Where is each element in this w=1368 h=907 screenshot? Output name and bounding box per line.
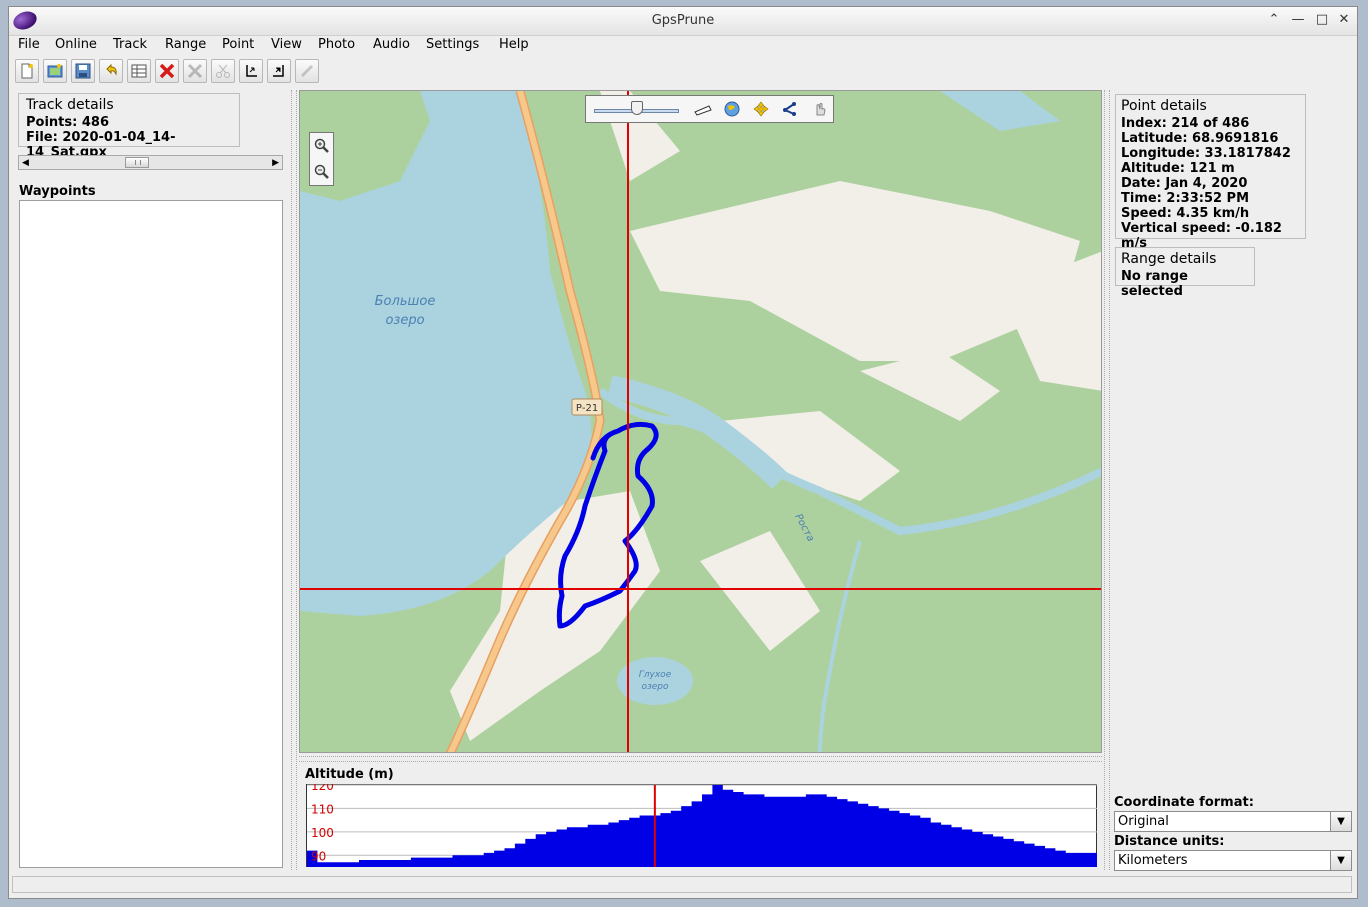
save-button[interactable]: [71, 59, 95, 83]
window-maximize-icon[interactable]: □: [1314, 12, 1330, 28]
track-scrollbar[interactable]: ◀ ▶: [18, 155, 283, 170]
point-speed: Speed: 4.35 km/h: [1121, 206, 1250, 221]
zoom-controls: [309, 132, 334, 186]
scroll-right-icon[interactable]: ▶: [272, 158, 279, 168]
map-label-lake-small-2: озеро: [641, 682, 669, 692]
select-start-icon: [246, 65, 257, 77]
edit-table-button[interactable]: [127, 59, 151, 83]
open-file-icon: [47, 64, 63, 78]
window-title: GpsPrune: [651, 13, 715, 28]
coordinate-format-select[interactable]: Original ▼: [1114, 811, 1352, 832]
menu-photo[interactable]: Photo: [318, 37, 355, 52]
autopan-icon[interactable]: [753, 101, 769, 117]
menu-view[interactable]: View: [271, 37, 302, 52]
distance-units-label: Distance units:: [1114, 834, 1225, 849]
zoom-slider-thumb[interactable]: [631, 101, 643, 115]
distance-units-value: Kilometers: [1118, 853, 1188, 868]
point-date: Date: Jan 4, 2020: [1121, 176, 1248, 191]
menu-point[interactable]: Point: [222, 37, 254, 52]
scale-icon[interactable]: [694, 102, 712, 116]
track-points-count: Points: 486: [26, 115, 109, 130]
delete-point-button[interactable]: [155, 59, 179, 83]
point-time: Time: 2:33:52 PM: [1121, 191, 1250, 206]
new-file-icon: [21, 63, 33, 79]
coordinate-format-value: Original: [1118, 814, 1169, 829]
map-label-lake-big-1: Большое: [375, 294, 436, 309]
menu-online[interactable]: Online: [55, 37, 97, 52]
altitude-chart-title: Altitude (m): [305, 767, 394, 782]
zoom-out-icon[interactable]: [314, 164, 330, 180]
altitude-tick-label: 110: [311, 802, 334, 816]
cut-icon: [216, 64, 230, 78]
map-controls: [585, 95, 834, 123]
title-bar: GpsPrune ⌃ — □ ✕: [9, 7, 1357, 36]
range-details-title: Range details: [1121, 251, 1217, 267]
select-end-button[interactable]: [267, 59, 291, 83]
globe-icon[interactable]: [724, 101, 740, 117]
connect-points-icon[interactable]: [782, 101, 798, 117]
undo-icon: [106, 63, 117, 76]
point-longitude: Longitude: 33.1817842: [1121, 146, 1291, 161]
altitude-profile-panel: Altitude (m) 120 110 100 90: [305, 767, 1102, 875]
undo-button[interactable]: [99, 59, 123, 83]
track-details-panel: Track details Points: 486 File: 2020-01-…: [18, 93, 240, 160]
point-details-panel: Point details Index: 214 of 486 Latitude…: [1115, 94, 1306, 251]
window-minimize-icon[interactable]: —: [1290, 12, 1306, 28]
map-canvas[interactable]: Большое озеро Р-21 Роста Глухое озеро: [300, 91, 1102, 753]
menu-help[interactable]: Help: [499, 37, 529, 52]
chevron-down-icon[interactable]: ▼: [1330, 851, 1351, 870]
select-end-icon: [273, 65, 284, 77]
new-file-button[interactable]: [15, 59, 39, 83]
menu-bar: File Online Track Range Point View Photo…: [9, 35, 1357, 57]
zoom-in-icon[interactable]: [314, 138, 330, 154]
altitude-tick-label: 120: [311, 784, 334, 793]
app-window: GpsPrune ⌃ — □ ✕ File Online Track Range…: [8, 6, 1358, 899]
point-latitude: Latitude: 68.9691816: [1121, 131, 1279, 146]
menu-range[interactable]: Range: [165, 37, 206, 52]
map-label-lake-big-2: озеро: [385, 313, 424, 328]
open-file-button[interactable]: [43, 59, 67, 83]
cut-button[interactable]: [211, 59, 235, 83]
point-index: Index: 214 of 486: [1121, 116, 1250, 131]
toolbar: [9, 58, 1357, 86]
map-label-lake-small-1: Глухое: [639, 670, 672, 680]
delete-point-icon: [159, 63, 175, 79]
map-view[interactable]: Большое озеро Р-21 Роста Глухое озеро: [299, 90, 1102, 753]
delete-range-button[interactable]: [183, 59, 207, 83]
edit-table-icon: [131, 64, 147, 78]
connect-photo-icon: [300, 64, 314, 78]
right-splitter[interactable]: [1104, 90, 1110, 870]
coordinate-format-label: Coordinate format:: [1114, 795, 1254, 810]
distance-units-select[interactable]: Kilometers ▼: [1114, 850, 1352, 871]
waypoints-list[interactable]: [19, 200, 283, 868]
point-details-title: Point details: [1121, 98, 1207, 114]
save-icon: [75, 63, 91, 79]
track-details-title: Track details: [26, 97, 114, 113]
range-details-value: No range selected: [1121, 269, 1188, 299]
menu-track[interactable]: Track: [113, 37, 147, 52]
altitude-chart[interactable]: 120 110 100 90: [306, 784, 1098, 868]
altitude-tick-label: 100: [311, 826, 334, 840]
edit-mode-icon[interactable]: [812, 101, 828, 117]
menu-settings[interactable]: Settings: [426, 37, 479, 52]
altitude-tick-label: 90: [311, 849, 326, 863]
window-shade-icon[interactable]: ⌃: [1266, 12, 1282, 28]
status-bar: [12, 876, 1352, 893]
menu-file[interactable]: File: [18, 37, 40, 52]
delete-range-icon: [187, 63, 203, 79]
menu-audio[interactable]: Audio: [373, 37, 410, 52]
left-splitter[interactable]: [291, 90, 297, 870]
connect-photo-button[interactable]: [295, 59, 319, 83]
scroll-left-icon[interactable]: ◀: [22, 158, 29, 168]
point-altitude: Altitude: 121 m: [1121, 161, 1235, 176]
range-details-panel: Range details No range selected: [1115, 247, 1255, 299]
map-label-road: Р-21: [576, 403, 598, 414]
bottom-splitter[interactable]: [299, 756, 1102, 762]
scroll-thumb[interactable]: [125, 157, 149, 168]
chevron-down-icon[interactable]: ▼: [1330, 812, 1351, 831]
waypoints-title: Waypoints: [19, 184, 96, 199]
window-close-icon[interactable]: ✕: [1336, 12, 1352, 28]
select-start-button[interactable]: [239, 59, 263, 83]
